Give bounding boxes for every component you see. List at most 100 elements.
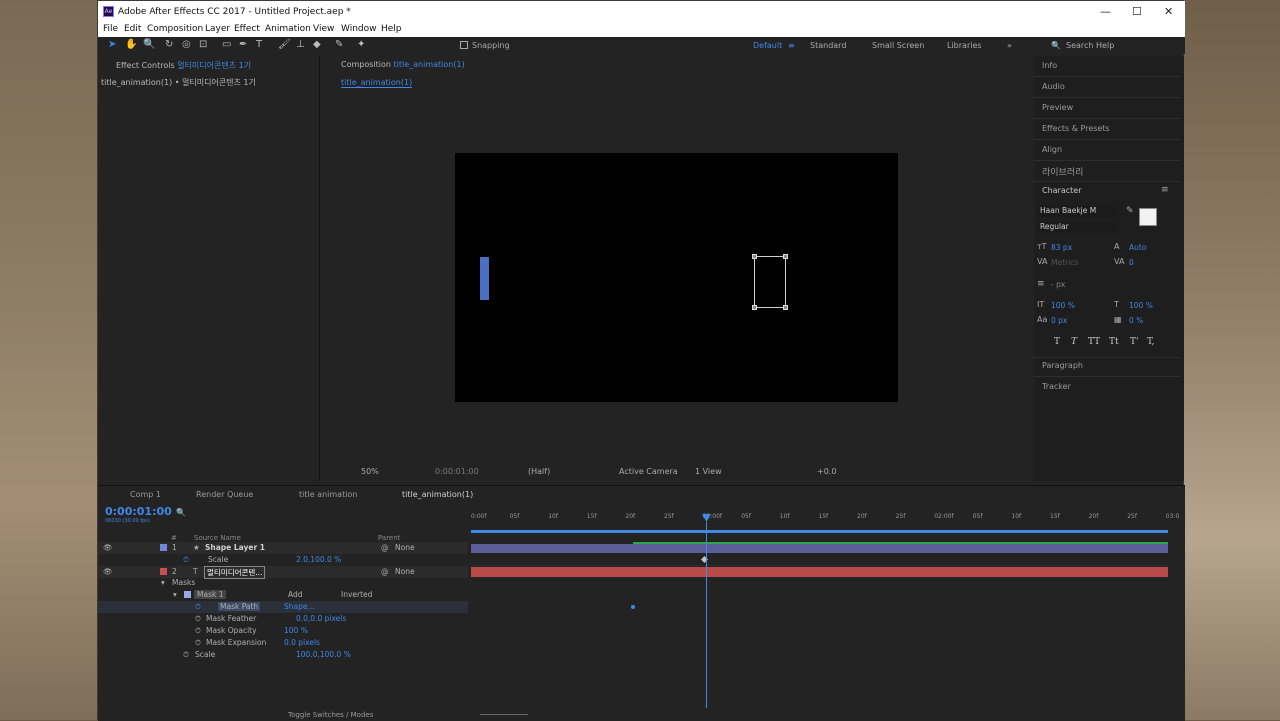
timeline-property-row[interactable]: ⏱ Scale 100.0,100.0 % [98,649,468,661]
font-size-value[interactable]: 83 px [1051,243,1072,252]
mask-property-value[interactable]: 0.0,0.0 pixels [296,614,346,623]
paragraph-panel-tab[interactable]: Paragraph [1042,361,1083,370]
eraser-tool-icon[interactable]: ◆ [313,40,321,50]
close-button[interactable]: ✕ [1164,5,1173,18]
parent-pickwhip-icon[interactable]: @ [381,567,389,576]
stopwatch-icon[interactable]: ⏱ [195,614,201,624]
subscript-button[interactable]: T, [1147,337,1155,347]
preview-panel-tab[interactable]: Preview [1042,103,1073,112]
align-panel-tab[interactable]: Align [1042,145,1062,154]
puppet-tool-icon[interactable]: ✦ [357,40,365,50]
mask-path-outline[interactable] [752,254,788,310]
character-panel-tab[interactable]: Character [1042,186,1082,195]
label-color-swatch[interactable] [160,568,167,575]
mask-vertex-handle[interactable] [752,254,757,259]
mask-property-value[interactable]: Shape... [284,602,315,611]
mask-mode-select[interactable]: Add [288,590,303,599]
stopwatch-icon[interactable]: ⏱ [195,602,201,612]
superscript-button[interactable]: T' [1130,337,1138,347]
search-help-input[interactable]: Search Help [1066,41,1114,50]
font-style-select[interactable]: Regular [1037,222,1117,233]
composition-tab[interactable]: Composition title_animation(1) [341,60,465,69]
column-header-parent[interactable]: Parent [378,534,400,542]
workspace-default[interactable]: Default [753,41,782,50]
property-track[interactable] [471,601,1168,613]
tracking-value[interactable]: 0 [1129,258,1134,267]
timeline-property-row[interactable]: ⏱ Scale 2.0,100.0 % [98,554,468,566]
property-value[interactable]: 2.0,100.0 % [296,555,341,564]
faux-italic-button[interactable]: T [1071,337,1077,347]
property-track[interactable] [471,554,1168,566]
mask-vertex-handle[interactable] [783,305,788,310]
mask-property-name[interactable]: Mask Path [218,602,261,611]
pen-tool-icon[interactable]: ✒ [239,40,247,50]
visibility-eye-icon[interactable]: 👁 [103,543,113,552]
orbit-camera-icon[interactable]: ◎ [182,40,191,50]
menu-effect[interactable]: Effect [234,24,260,34]
maximize-button[interactable]: ☐ [1132,5,1142,18]
mask-property-row[interactable]: ⏱ Mask Path Shape... [98,601,468,613]
camera-select[interactable]: Active Camera [619,467,678,476]
info-panel-tab[interactable]: Info [1042,61,1057,70]
mask-property-row[interactable]: ⏱ Mask Expansion 0.0 pixels [98,637,468,649]
timeline-tab-render-queue[interactable]: Render Queue [196,490,253,499]
mask-property-value[interactable]: 100 % [284,626,308,635]
layer-duration-bar[interactable] [471,567,1168,577]
effects-presets-panel-tab[interactable]: Effects & Presets [1042,124,1110,133]
menu-help[interactable]: Help [381,24,402,34]
timeline-layer-row[interactable]: 👁 1 ★ Shape Layer 1 @ None [98,542,468,554]
minimize-button[interactable]: — [1100,5,1111,18]
timeline-tab-comp1[interactable]: Comp 1 [130,490,161,499]
pan-behind-icon[interactable]: ⊡ [199,40,207,50]
layer-track[interactable] [471,542,1168,554]
workspace-libraries[interactable]: Libraries [947,41,982,50]
menu-view[interactable]: View [313,24,334,34]
zoom-select[interactable]: 50% [361,467,379,476]
stopwatch-icon[interactable]: ⏱ [183,555,189,565]
baseline-shift-value[interactable]: 0 px [1051,316,1067,325]
timeline-search-icon[interactable]: 🔍 [176,508,186,517]
menu-layer[interactable]: Layer [205,24,230,34]
mask-property-value[interactable]: 0.0 pixels [284,638,320,647]
hand-tool-icon[interactable]: ✋ [125,40,137,50]
playhead-line[interactable] [706,522,707,708]
masks-group-row[interactable]: ▾ Masks [98,577,468,589]
snapping-checkbox[interactable] [460,41,468,49]
mask-inverted-checkbox[interactable]: Inverted [341,590,372,599]
mask-row[interactable]: ▾ Mask 1 Add Inverted [98,589,468,601]
font-family-select[interactable]: Haan Baekje M [1037,206,1117,217]
time-ruler[interactable]: 0:00f 05f 10f 15f 20f 25f 01:00f 05f 10f 15f 20f 25… [471,512,1179,526]
mask-name[interactable]: Mask 1 [194,590,227,599]
parent-pickwhip-icon[interactable]: @ [381,543,389,552]
composition-viewer[interactable] [455,153,898,402]
parent-select[interactable]: None [395,567,415,576]
menu-composition[interactable]: Composition [147,24,203,34]
layer-name[interactable]: Shape Layer 1 [205,543,265,552]
exposure-value[interactable]: +0.0 [817,467,836,476]
timeline-tab-title-animation[interactable]: title animation [299,490,357,499]
roto-brush-icon[interactable]: ✎ [335,40,343,50]
rectangle-tool-icon[interactable]: ▭ [222,40,231,50]
work-area-bar[interactable] [471,530,1168,533]
column-header-source-name[interactable]: Source Name [194,534,241,542]
stopwatch-icon[interactable]: ⏱ [183,650,189,660]
mask-property-row[interactable]: ⏱ Mask Opacity 100 % [98,625,468,637]
timeline-tab-title-animation-1[interactable]: title_animation(1) [402,490,473,499]
menu-edit[interactable]: Edit [124,24,141,34]
shape-layer-rectangle[interactable] [480,257,489,300]
zoom-tool-icon[interactable]: 🔍 [143,40,155,50]
fill-color-swatch[interactable] [1139,208,1157,226]
kerning-value[interactable]: Metrics [1051,258,1078,267]
toggle-switches-modes-button[interactable]: Toggle Switches / Modes [288,711,373,719]
libraries-panel-tab[interactable]: 라이브러리 [1042,165,1083,178]
menu-file[interactable]: File [103,24,118,34]
selection-tool-icon[interactable]: ➤ [108,40,116,50]
more-workspaces-icon[interactable]: » [1007,41,1012,50]
expand-arrow-icon[interactable]: ▾ [161,578,165,587]
workspace-small-screen[interactable]: Small Screen [872,41,924,50]
mask-vertex-handle[interactable] [783,254,788,259]
stopwatch-icon[interactable]: ⏱ [195,626,201,636]
timeline-timecode[interactable]: 0:00:01:00 [105,505,172,518]
vertical-scale-value[interactable]: 100 % [1051,301,1075,310]
workspace-menu-icon[interactable]: ≡ [788,41,795,50]
